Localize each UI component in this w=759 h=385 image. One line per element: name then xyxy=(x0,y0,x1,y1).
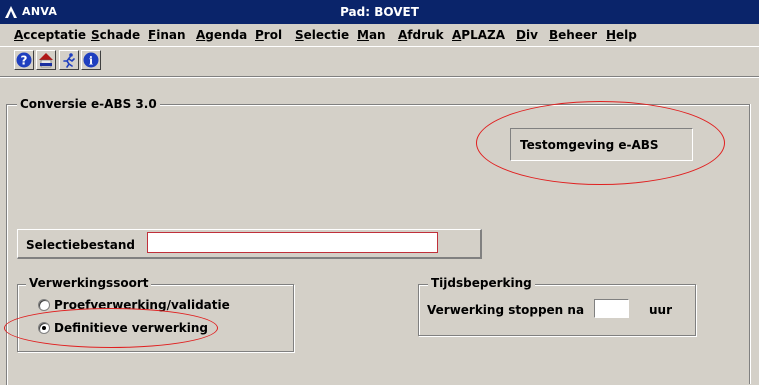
time-limit-title: Tijdsbeperking xyxy=(428,276,535,290)
info-button[interactable]: i xyxy=(81,50,101,70)
radio-label-definitief: Definitieve verwerking xyxy=(54,321,209,335)
divider-highlight xyxy=(0,77,759,78)
menu-bar: Acceptatie Schade Finan Agenda Prol Sele… xyxy=(0,24,759,46)
menu-agenda[interactable]: Agenda xyxy=(196,28,247,42)
window-title: Pad: BOVET xyxy=(340,5,419,19)
help-button[interactable]: ? xyxy=(14,50,34,70)
selection-file-input[interactable] xyxy=(147,232,438,253)
anva-home-button[interactable] xyxy=(36,50,56,70)
info-icon: i xyxy=(83,52,99,68)
title-bar: ANVA Pad: BOVET xyxy=(0,0,759,24)
radio-button-unchecked[interactable] xyxy=(38,299,50,311)
processing-type-group xyxy=(17,284,294,352)
menu-schade[interactable]: Schade xyxy=(91,28,140,42)
svg-text:?: ? xyxy=(21,54,28,68)
time-limit-unit: uur xyxy=(649,303,673,317)
runner-icon xyxy=(63,53,75,68)
radio-button-checked[interactable] xyxy=(38,322,50,334)
menu-help[interactable]: Help xyxy=(606,28,637,42)
time-limit-input[interactable] xyxy=(594,299,629,318)
menu-finan[interactable]: Finan xyxy=(148,28,186,42)
processing-type-title: Verwerkingssoort xyxy=(26,276,152,290)
selection-file-group: Selectiebestand xyxy=(17,229,482,259)
menu-acceptatie[interactable]: Acceptatie xyxy=(14,28,86,42)
menu-prol[interactable]: Prol xyxy=(255,28,282,42)
panel-title: Conversie e-ABS 3.0 xyxy=(17,97,160,111)
menu-aplaza[interactable]: APLAZA xyxy=(452,28,505,42)
panel-border-right-highlight xyxy=(750,104,751,384)
toolbar-separator xyxy=(0,46,759,47)
svg-text:i: i xyxy=(89,55,93,68)
radio-option-proefverwerking[interactable]: Proefverwerking/validatie xyxy=(38,298,238,314)
menu-afdruk[interactable]: Afdruk xyxy=(398,28,444,42)
time-limit-label: Verwerking stoppen na xyxy=(427,303,585,317)
menu-div[interactable]: Div xyxy=(516,28,538,42)
anva-home-icon xyxy=(39,53,53,68)
toolbar: ? i xyxy=(0,49,759,73)
help-icon: ? xyxy=(16,52,32,68)
menu-selectie[interactable]: Selectie xyxy=(295,28,349,42)
test-environment-indicator: Testomgeving e-ABS xyxy=(510,128,693,161)
menu-beheer[interactable]: Beheer xyxy=(549,28,597,42)
runner-button[interactable] xyxy=(59,50,79,70)
menu-man[interactable]: Man xyxy=(357,28,386,42)
radio-label-proefverwerking: Proefverwerking/validatie xyxy=(54,298,230,312)
selection-file-label: Selectiebestand xyxy=(26,238,135,252)
radio-option-definitief[interactable]: Definitieve verwerking xyxy=(38,321,218,337)
test-environment-label: Testomgeving e-ABS xyxy=(520,138,659,152)
